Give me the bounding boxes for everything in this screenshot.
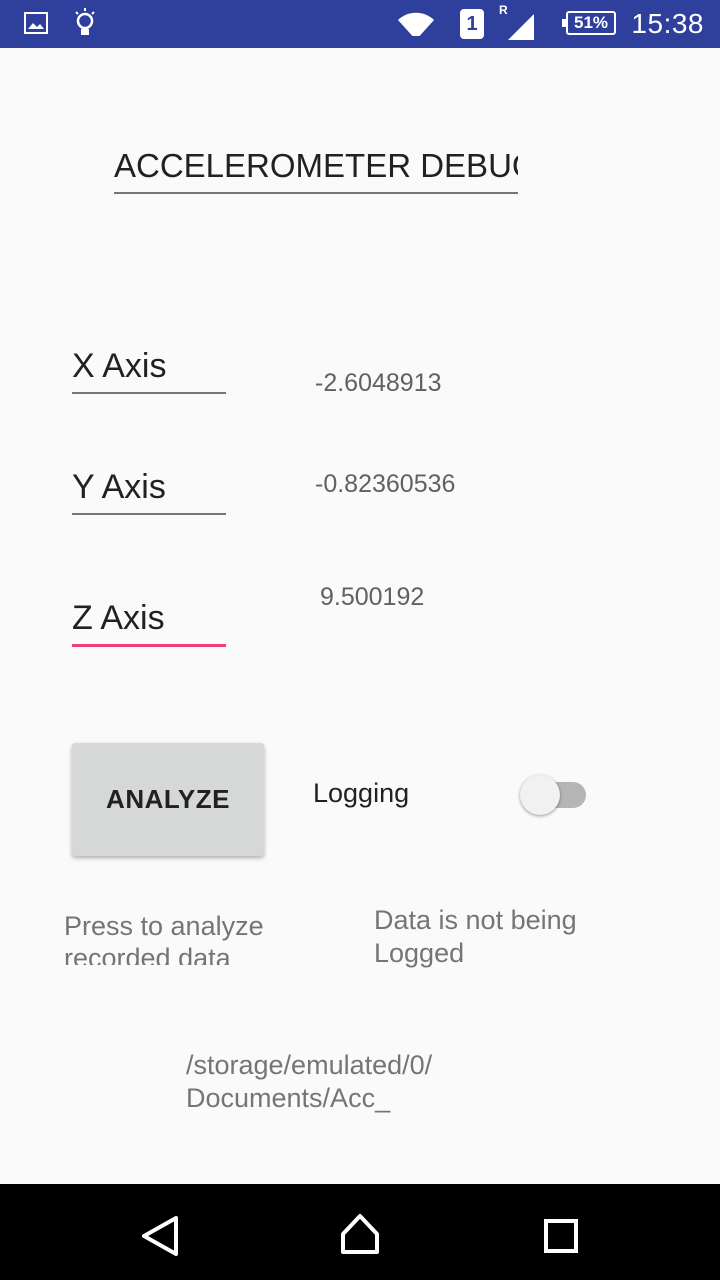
home-icon (341, 1214, 379, 1254)
navigation-bar (0, 1184, 720, 1280)
switch-thumb (520, 775, 560, 815)
logging-switch[interactable] (520, 773, 588, 817)
clock: 15:38 (631, 8, 704, 39)
analyze-button[interactable]: ANALYZE (72, 743, 264, 856)
y-axis-field[interactable]: Y Axis (72, 465, 226, 515)
wifi-icon (396, 10, 436, 47)
gallery-icon (24, 12, 48, 39)
file-path: /storage/emulated/0/Documents/Acc_ (186, 1050, 433, 1113)
recents-button[interactable] (500, 1184, 620, 1280)
recents-icon (544, 1219, 578, 1253)
status-bar: 1 R 51% 15:38 (0, 0, 720, 48)
battery-icon: 51% (562, 11, 616, 35)
back-button[interactable] (100, 1184, 220, 1280)
signal-icon (506, 12, 536, 45)
sim-icon: 1 (460, 9, 484, 39)
z-axis-field[interactable]: Z Axis (72, 596, 226, 647)
x-axis-field[interactable]: X Axis (72, 344, 226, 394)
z-axis-value: 9.500192 (320, 583, 425, 611)
title-field[interactable]: ACCELEROMETER DEBUG (114, 144, 518, 194)
logging-status: Data is not being Logged (374, 905, 577, 968)
y-axis-value: -0.82360536 (315, 470, 456, 498)
x-axis-value: -2.6048913 (315, 369, 442, 397)
back-icon (142, 1216, 178, 1256)
lightbulb-icon (74, 8, 96, 43)
logging-label: Logging (313, 778, 410, 808)
analyze-hint: Press to analyze recorded data (64, 911, 264, 965)
home-button[interactable] (300, 1184, 420, 1280)
